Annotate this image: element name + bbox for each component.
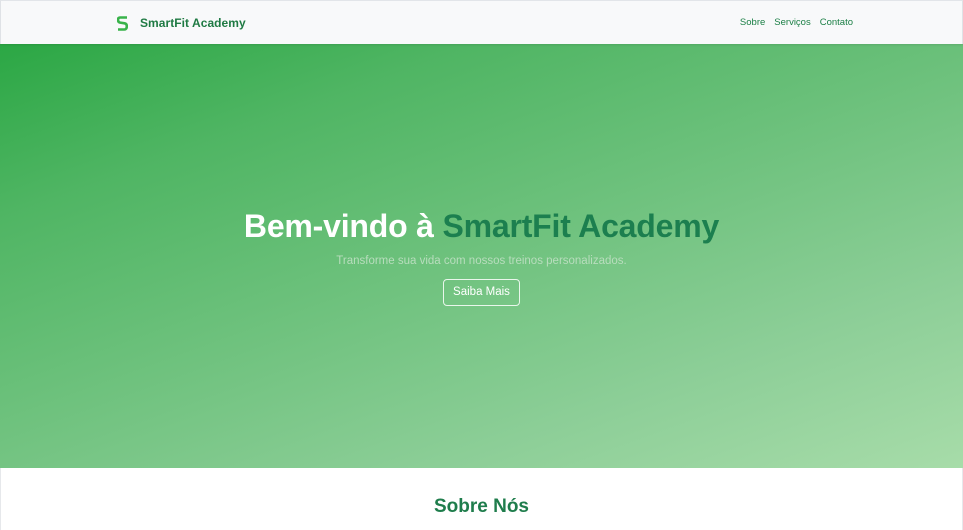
brand-link[interactable]: SmartFit Academy — [117, 14, 246, 32]
nav-link-contato[interactable]: Contato — [820, 17, 853, 28]
hero-subtitle: Transforme sua vida com nossos treinos p… — [336, 255, 627, 267]
hero-title-accent: SmartFit Academy — [442, 208, 720, 244]
navbar: SmartFit Academy Sobre Serviços Contato — [0, 0, 963, 44]
hero-content: Bem-vindo à SmartFit Academy Transforme … — [0, 207, 963, 306]
nav-link-sobre[interactable]: Sobre — [740, 17, 765, 28]
hero-title: Bem-vindo à SmartFit Academy — [0, 207, 963, 245]
hero-section: Bem-vindo à SmartFit Academy Transforme … — [0, 44, 963, 468]
saiba-mais-button[interactable]: Saiba Mais — [443, 279, 520, 306]
about-title: Sobre Nós — [433, 496, 530, 517]
about-section: Sobre Nós — [0, 468, 963, 530]
nav-links: Sobre Serviços Contato — [740, 17, 853, 28]
brand-name: SmartFit Academy — [140, 16, 246, 30]
hero-title-prefix: Bem-vindo à — [243, 208, 443, 244]
smartfit-s-logo-icon — [117, 15, 128, 31]
nav-link-servicos[interactable]: Serviços — [774, 17, 810, 28]
